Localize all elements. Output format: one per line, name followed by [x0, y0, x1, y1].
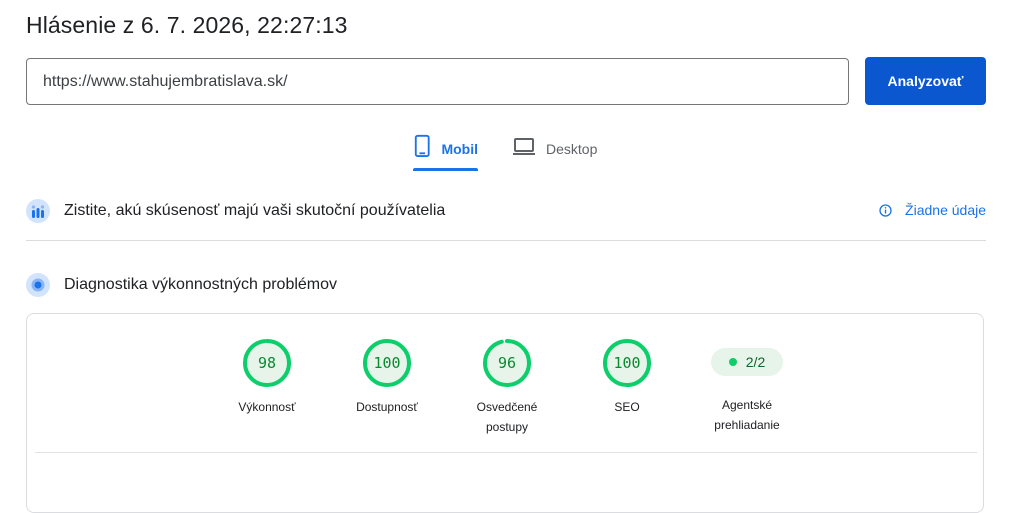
pass-dot-icon	[728, 358, 737, 366]
tab-mobile-label: Mobil	[441, 141, 478, 157]
url-input[interactable]	[26, 58, 849, 105]
score-value: 100	[373, 354, 400, 372]
agentic-pill: 2/2	[711, 348, 783, 376]
score-label: Osvedčené postupy	[476, 400, 538, 434]
card-divider	[35, 452, 977, 453]
crux-section: Zistite, akú skúsenosť majú vaši skutočn…	[26, 196, 986, 226]
score-ring: 100	[363, 339, 411, 387]
tab-desktop-label: Desktop	[546, 141, 598, 157]
score-gauge-best-practices[interactable]: 96 Osvedčené postupy	[447, 338, 567, 437]
tab-desktop[interactable]: Desktop	[512, 130, 597, 172]
score-value: 98	[258, 354, 276, 372]
score-ring: 98	[243, 339, 291, 387]
active-tab-indicator	[413, 168, 478, 171]
no-data-link[interactable]: Žiadne údaje	[879, 202, 986, 218]
score-value: 100	[613, 354, 640, 372]
report-title: Hlásenie z 6. 7. 2026, 22:27:13	[26, 12, 348, 38]
score-label: SEO	[614, 400, 640, 414]
score-ring: 96	[483, 339, 531, 387]
smartphone-icon	[414, 134, 430, 157]
agentic-label: Agentské prehliadanie	[714, 398, 780, 432]
score-value: 96	[498, 354, 516, 372]
info-icon	[879, 203, 892, 217]
score-gauge-accessibility[interactable]: 100 Dostupnosť	[327, 338, 447, 417]
crux-title: Zistite, akú skúsenosť majú vaši skutočn…	[64, 202, 446, 219]
users-chart-icon	[26, 199, 50, 223]
agentic-browsing-score[interactable]: 2/2 Agentské prehliadanie	[687, 338, 807, 435]
score-ring: 100	[603, 339, 651, 387]
device-tabs: Mobil Desktop	[0, 130, 1010, 172]
analyze-button[interactable]: Analyzovať	[865, 57, 986, 105]
lighthouse-icon	[26, 273, 50, 297]
score-label: Dostupnosť	[356, 400, 418, 414]
score-gauge-performance[interactable]: 98 Výkonnosť	[207, 338, 327, 417]
scores-card: 98 Výkonnosť 100 Dostupnosť 96 Osvedčené…	[26, 313, 984, 513]
score-label: Výkonnosť	[238, 400, 296, 414]
diagnostics-title: Diagnostika výkonnostných problémov	[64, 276, 338, 293]
section-divider	[26, 240, 986, 241]
score-gauge-seo[interactable]: 100 SEO	[567, 338, 687, 417]
diagnostics-section: Diagnostika výkonnostných problémov	[26, 270, 986, 300]
agentic-value: 2/2	[745, 354, 766, 370]
laptop-icon	[513, 138, 535, 155]
tab-mobile[interactable]: Mobil	[413, 130, 478, 172]
no-data-label: Žiadne údaje	[905, 202, 986, 218]
